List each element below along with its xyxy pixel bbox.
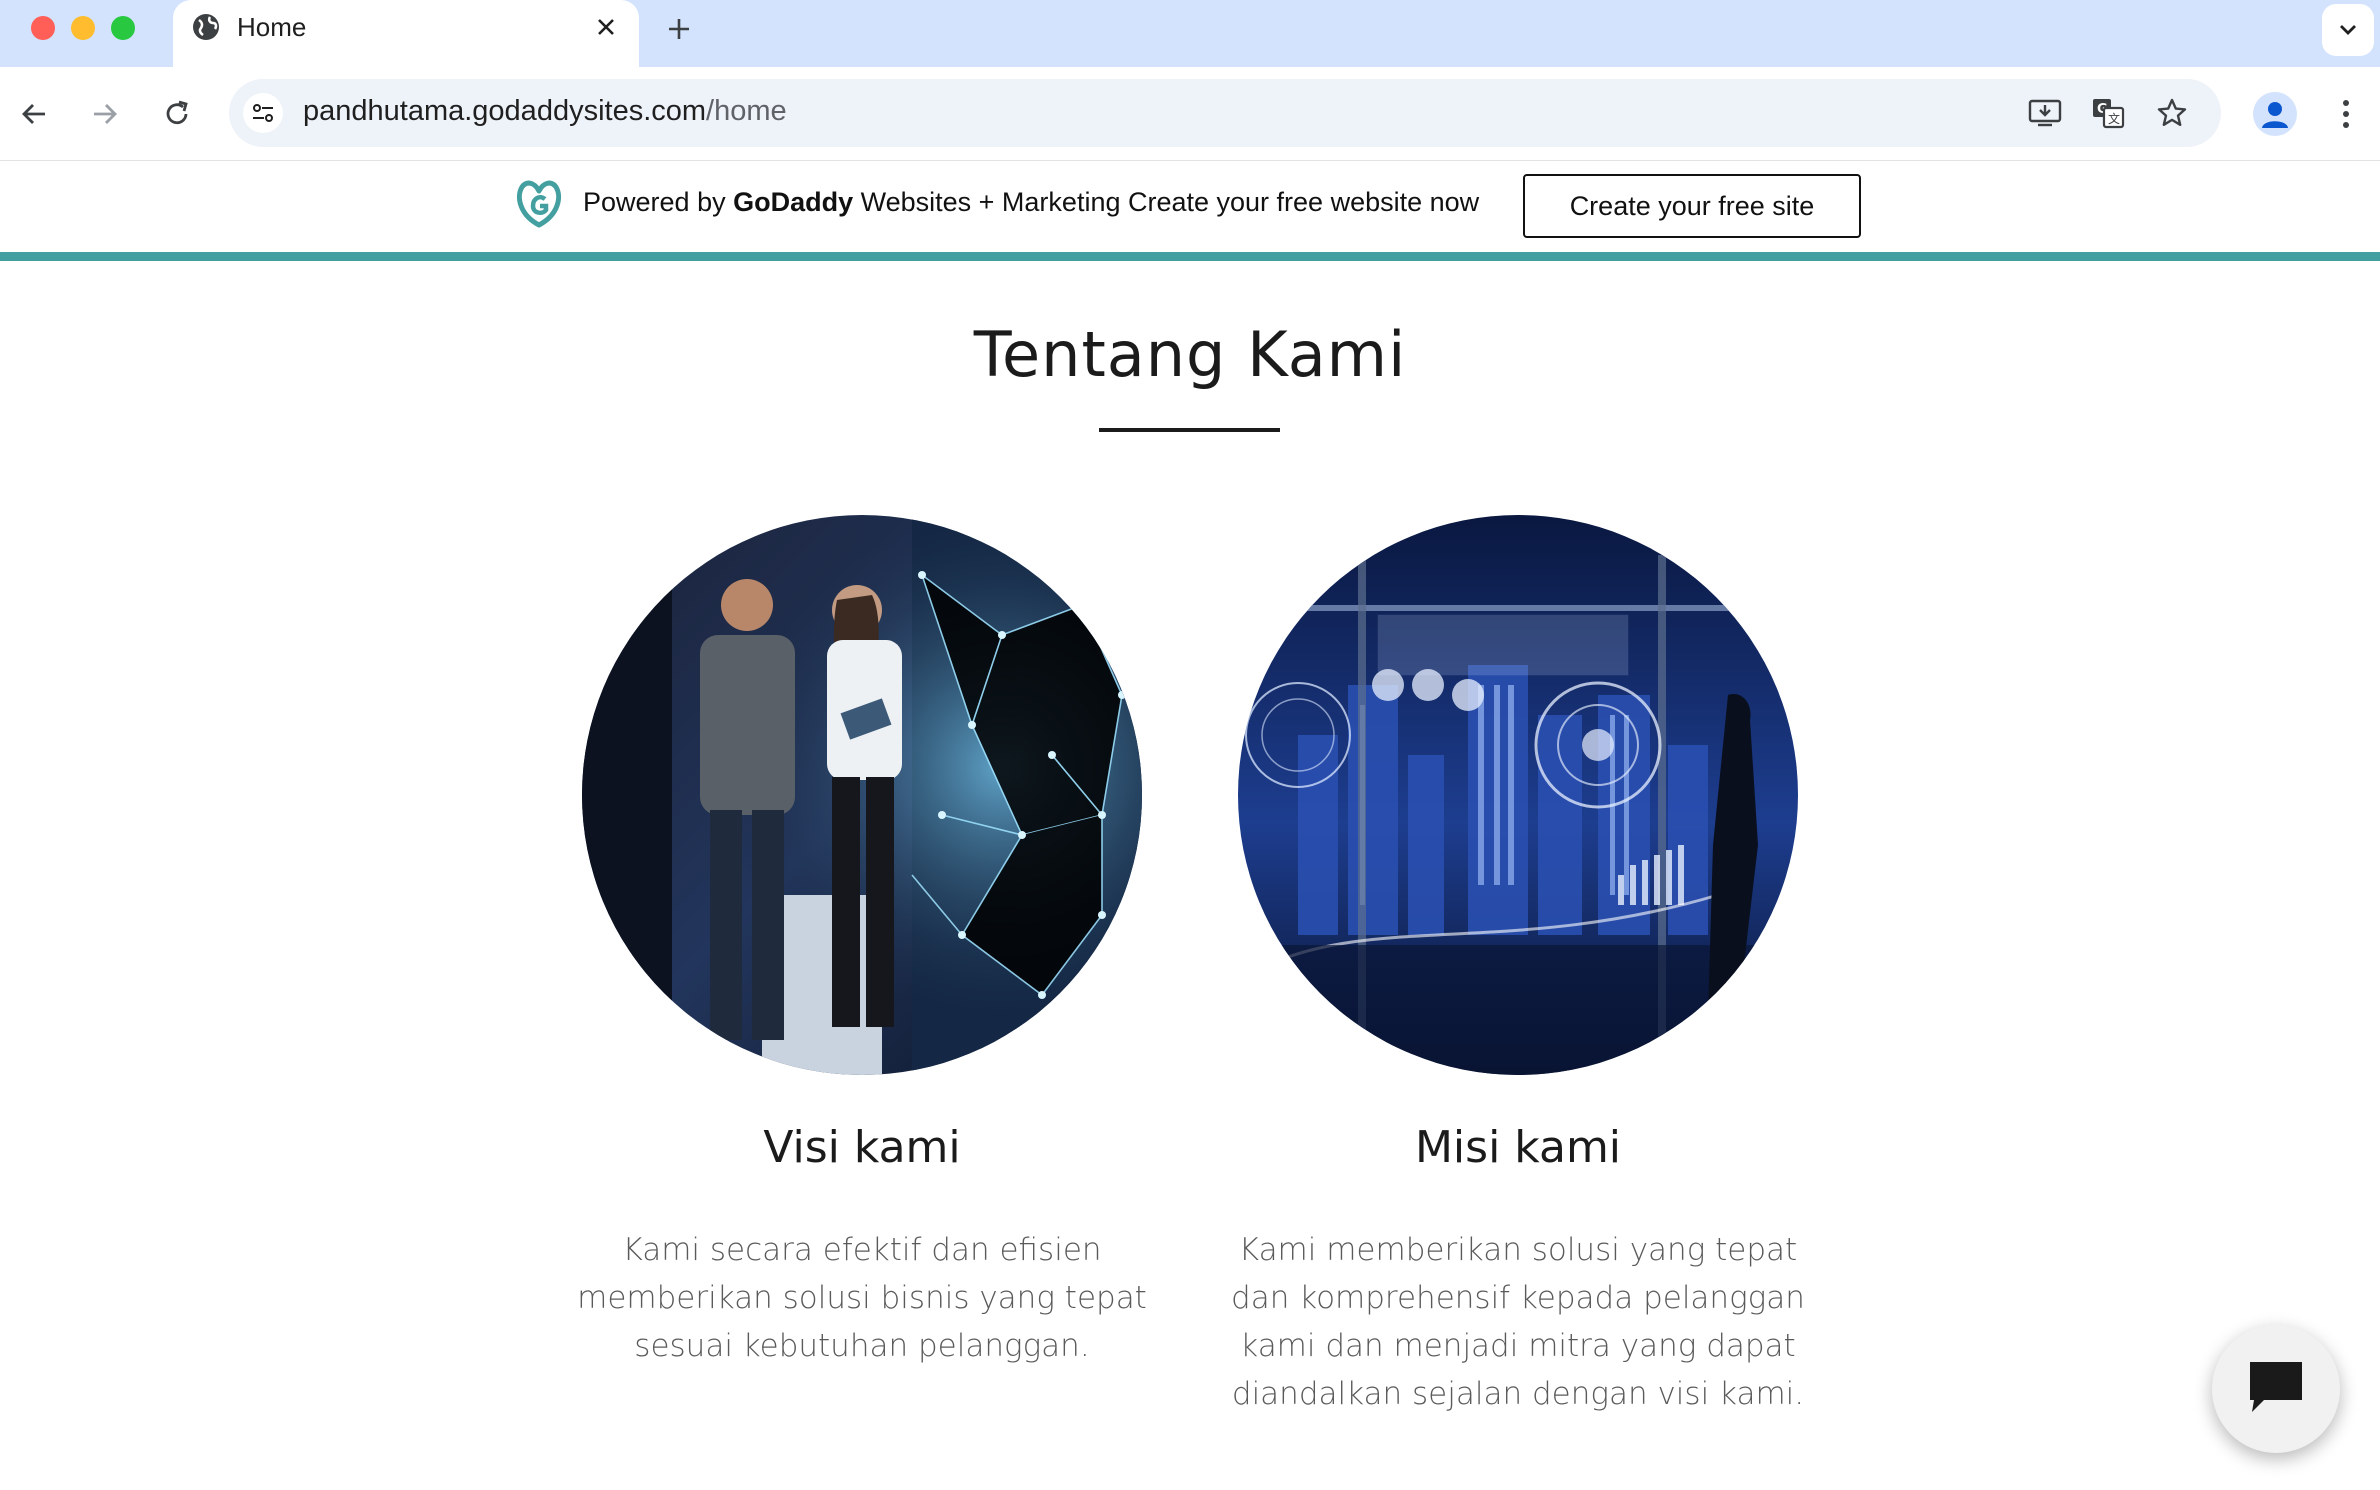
back-arrow-icon[interactable] [12,92,56,136]
plus-icon[interactable] [662,12,696,46]
install-app-icon[interactable] [2025,93,2065,133]
mission-image [1238,515,1798,1075]
translate-icon[interactable]: G 文 [2088,93,2128,133]
url-domain: pandhutama.godaddysites.com [303,95,707,127]
url-text[interactable]: pandhutama.godaddysites.com/home [303,95,787,128]
browser-tab-strip: Home [0,0,2380,67]
tab-title: Home [237,12,307,42]
reload-icon[interactable] [155,92,199,136]
url-path: /home [706,95,787,127]
mission-title: Misi kami [1414,1122,1622,1173]
active-tab[interactable]: Home [173,0,639,67]
vision-image [582,515,1142,1075]
vision-text: Kami secara efektif dan efisien memberik… [577,1232,1147,1364]
godaddy-logo-icon[interactable] [510,175,568,233]
page-title: Tentang Kami [973,318,1407,391]
chat-button[interactable] [2212,1325,2340,1453]
profile-icon[interactable] [2253,92,2297,136]
forward-arrow-icon[interactable] [83,92,127,136]
godaddy-brand: GoDaddy [733,187,854,217]
maximize-window-button[interactable] [111,16,135,40]
browser-toolbar: pandhutama.godaddysites.com/home G 文 [0,67,2380,162]
site-settings-icon[interactable] [243,93,283,133]
mission-text: Kami memberikan solusi yang tepat dan ko… [1231,1232,1805,1412]
godaddy-banner: Powered by GoDaddy Websites + Marketing … [0,161,2380,252]
chat-bubble-icon [2246,1358,2306,1420]
godaddy-promo-text: Powered by GoDaddy Websites + Marketing … [583,187,1479,218]
more-vert-icon[interactable] [2326,92,2366,136]
bookmark-star-icon[interactable] [2152,93,2192,133]
close-icon[interactable] [589,10,623,44]
title-divider [1099,428,1280,432]
svg-text:文: 文 [2108,111,2120,126]
chevron-down-icon[interactable] [2322,4,2374,56]
minimize-window-button[interactable] [71,16,95,40]
address-bar[interactable]: pandhutama.godaddysites.com/home G 文 [229,79,2221,147]
banner-accent-bar [0,252,2380,261]
close-window-button[interactable] [31,16,55,40]
vision-title: Visi kami [763,1122,961,1173]
create-free-site-button[interactable]: Create your free site [1523,174,1861,238]
powered-by-prefix: Powered by [583,187,734,217]
powered-by-suffix: Websites + Marketing Create your free we… [853,187,1480,217]
globe-icon [191,12,221,42]
